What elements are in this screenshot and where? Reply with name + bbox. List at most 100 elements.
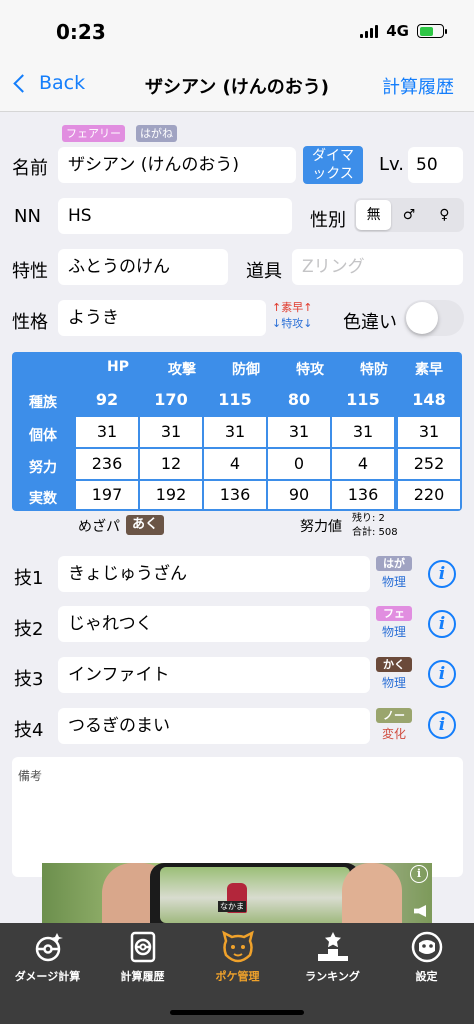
move1-label: 技1	[14, 568, 44, 589]
stats-row-label: 個体	[29, 428, 57, 444]
name-field[interactable]: ザシアン (けんのおう)	[58, 147, 296, 183]
history-icon	[130, 931, 155, 963]
name-label: 名前	[12, 158, 48, 179]
nature-up-stat: ↑素早↑	[272, 301, 313, 314]
ev-input[interactable]: 12	[140, 449, 202, 479]
stat-header: 防御	[232, 362, 260, 378]
tab-poke-manage[interactable]: ポケ管理	[190, 929, 285, 984]
stats-table: HP 攻撃 防御 特攻 特防 素早 種族 92 170 115 80 115 1…	[12, 352, 462, 511]
tab-label: 設定	[415, 970, 438, 983]
ev-input[interactable]: 0	[268, 449, 330, 479]
gender-option-female[interactable]: ♀	[427, 200, 462, 230]
iv-input[interactable]: 31	[332, 417, 394, 447]
move-category: 物理	[381, 676, 406, 690]
move-type-badge: かく	[376, 657, 412, 672]
ev-input[interactable]: 4	[204, 449, 266, 479]
move3-field[interactable]: インファイト	[58, 657, 370, 693]
level-field[interactable]: 50	[408, 147, 463, 183]
dynamax-label-line2: ックス	[312, 166, 354, 182]
stat-header: 攻撃	[168, 362, 196, 378]
move2-info-icon[interactable]: i	[428, 610, 456, 638]
damage-calc-icon	[35, 933, 63, 962]
move3-type: かく 物理	[376, 657, 412, 691]
move-category: 物理	[381, 625, 406, 639]
stat-header: 特攻	[296, 362, 324, 378]
move4-info-icon[interactable]: i	[428, 711, 456, 739]
nature-down-stat: ↓特攻↓	[272, 317, 313, 330]
iv-input[interactable]: 31	[76, 417, 138, 447]
poke-manage-icon	[221, 930, 254, 963]
stats-row-actual: 実数 197 192 136 90 136 220	[12, 481, 462, 511]
ev-input[interactable]: 236	[76, 449, 138, 479]
shiny-label: 色違い	[343, 312, 397, 333]
tab-label: ダメージ計算	[14, 970, 81, 983]
move2-field[interactable]: じゃれつく	[58, 606, 370, 642]
gender-selector: 無 ♂ ♀	[354, 198, 464, 232]
stats-row-iv: 個体 31 31 31 31 31 31	[12, 417, 462, 449]
ability-label: 特性	[12, 261, 48, 282]
actual-stat-value[interactable]: 192	[140, 481, 202, 509]
actual-stat-value[interactable]: 136	[332, 481, 394, 509]
stat-header: 素早	[415, 362, 443, 378]
dynamax-label-line1: ダイマ	[312, 148, 354, 164]
base-stat-value: 115	[218, 390, 252, 409]
nature-field[interactable]: ようき	[58, 300, 266, 336]
actual-stat-value[interactable]: 197	[76, 481, 138, 509]
tab-settings[interactable]: 設定	[379, 929, 474, 984]
tab-label: 計算履歴	[120, 970, 165, 983]
move-type-badge: ノー	[376, 708, 412, 723]
move-type-badge: フェ	[376, 606, 412, 621]
iv-input[interactable]: 31	[268, 417, 330, 447]
ad-speaker-icon[interactable]	[414, 905, 426, 917]
move4-label: 技4	[14, 720, 44, 741]
move1-type: はが 物理	[376, 556, 412, 590]
ad-character-tag: なかま	[218, 901, 246, 912]
move-category: 物理	[381, 575, 406, 589]
move3-label: 技3	[14, 669, 44, 690]
settings-icon	[411, 931, 442, 963]
memo-textarea[interactable]: 備考	[12, 757, 463, 877]
actual-stat-value[interactable]: 90	[268, 481, 330, 509]
actual-stat-value[interactable]: 220	[398, 481, 460, 509]
hidden-power-type[interactable]: あく	[126, 515, 165, 535]
dynamax-button[interactable]: ダイマ ックス	[303, 146, 363, 184]
ranking-icon	[317, 932, 348, 961]
iv-input[interactable]: 31	[140, 417, 202, 447]
stats-row-label: 実数	[29, 491, 57, 507]
ev-input[interactable]: 252	[398, 449, 460, 479]
ability-field[interactable]: ふとうのけん	[58, 249, 228, 285]
item-label: 道具	[246, 261, 282, 282]
status-bar: 0:23 4G	[0, 0, 474, 62]
move1-field[interactable]: きょじゅうざん	[58, 556, 370, 592]
tab-damage-calc[interactable]: ダメージ計算	[0, 929, 95, 984]
ad-banner[interactable]: なかま i	[42, 863, 432, 923]
item-field[interactable]: Zリング	[292, 249, 463, 285]
ev-input[interactable]: 4	[332, 449, 394, 479]
base-stat-value: 170	[154, 390, 188, 409]
gender-option-male[interactable]: ♂	[391, 200, 426, 230]
actual-stat-value[interactable]: 136	[204, 481, 266, 509]
tab-history[interactable]: 計算履歴	[95, 929, 190, 984]
battery-icon	[417, 24, 447, 38]
base-stat-value: 80	[287, 390, 311, 409]
iv-input[interactable]: 31	[398, 417, 460, 447]
history-button[interactable]: 計算履歴	[382, 73, 454, 99]
base-stat-value: 115	[346, 390, 380, 409]
tab-ranking[interactable]: ランキング	[285, 929, 380, 984]
ad-info-icon[interactable]: i	[410, 865, 428, 883]
nickname-field[interactable]: HS	[58, 198, 292, 234]
signal-icon	[360, 24, 379, 38]
nickname-label: NN	[14, 206, 41, 227]
base-stat-value: 148	[412, 390, 446, 409]
base-stat-value: 92	[95, 390, 119, 409]
memo-label: 備考	[18, 769, 43, 783]
move4-field[interactable]: つるぎのまい	[58, 708, 370, 744]
move3-info-icon[interactable]: i	[428, 660, 456, 688]
stat-header: 特防	[360, 362, 388, 378]
shiny-toggle[interactable]	[404, 300, 464, 336]
gender-option-none[interactable]: 無	[356, 200, 392, 230]
tab-label: ポケ管理	[215, 970, 260, 983]
navigation-bar: Back ザシアン (けんのおう) 計算履歴	[0, 62, 474, 112]
move1-info-icon[interactable]: i	[428, 560, 456, 588]
iv-input[interactable]: 31	[204, 417, 266, 447]
